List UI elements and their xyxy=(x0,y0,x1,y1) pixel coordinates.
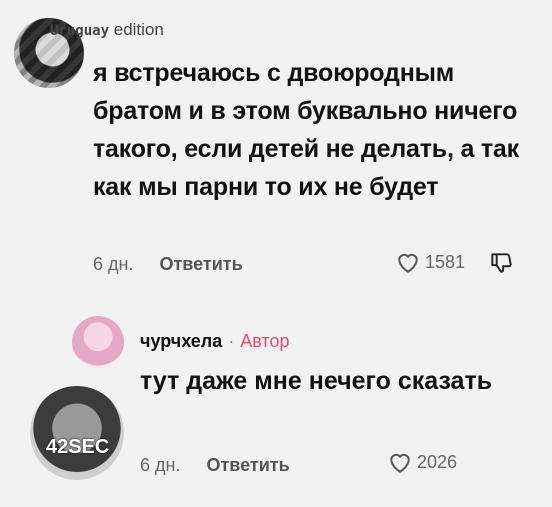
like-count: 2026 xyxy=(417,451,458,472)
like-button[interactable]: 2026 xyxy=(387,450,457,474)
comment-time: 6 дн. xyxy=(140,455,181,475)
comment-text: тут даже мне нечего сказать xyxy=(140,367,493,395)
comment-text: я встречаюсь с двоюродным братом и в это… xyxy=(93,59,519,201)
thumb-down-icon xyxy=(491,253,512,273)
comment-meta: 6 дн. Ответить xyxy=(93,254,243,275)
reply-button[interactable]: Ответить xyxy=(159,254,242,275)
avatar[interactable]: 42SEC xyxy=(30,386,124,480)
comment-meta: 6 дн. Ответить xyxy=(140,455,290,476)
avatar-label: 42SEC xyxy=(46,436,110,458)
comment-time: 6 дн. xyxy=(93,254,134,274)
author-badge: Автор xyxy=(240,331,290,351)
username[interactable]: Uruguay edition xyxy=(50,20,164,40)
reply-button[interactable]: Ответить xyxy=(206,455,289,476)
heart-icon xyxy=(390,453,410,473)
dislike-button[interactable] xyxy=(488,250,514,281)
like-button[interactable]: 1581 xyxy=(395,250,465,274)
username[interactable]: чурчхела · Автор xyxy=(140,331,290,352)
like-count: 1581 xyxy=(425,251,466,272)
avatar[interactable] xyxy=(72,316,124,368)
heart-icon xyxy=(398,253,418,273)
